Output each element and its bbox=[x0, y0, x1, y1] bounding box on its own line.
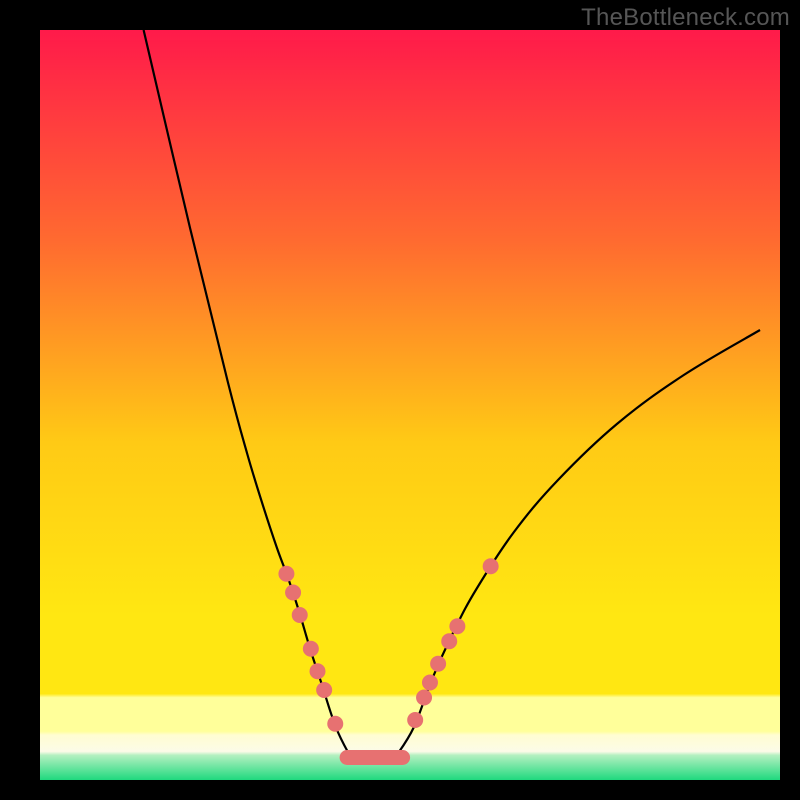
highlight-dot bbox=[285, 585, 301, 601]
highlight-dot bbox=[416, 690, 432, 706]
highlight-dot bbox=[407, 712, 423, 728]
highlight-dot bbox=[327, 716, 343, 732]
plot-background bbox=[40, 30, 780, 780]
highlight-dot bbox=[310, 663, 326, 679]
highlight-dot bbox=[278, 566, 294, 582]
bottleneck-chart bbox=[0, 0, 800, 800]
highlight-dot bbox=[303, 641, 319, 657]
highlight-dot bbox=[430, 656, 446, 672]
highlight-dot bbox=[449, 618, 465, 634]
watermark-text: TheBottleneck.com bbox=[581, 4, 790, 32]
highlight-dot bbox=[441, 633, 457, 649]
highlight-dot bbox=[483, 558, 499, 574]
highlight-dot bbox=[316, 682, 332, 698]
highlight-dot bbox=[292, 607, 308, 623]
highlight-dot bbox=[422, 675, 438, 691]
